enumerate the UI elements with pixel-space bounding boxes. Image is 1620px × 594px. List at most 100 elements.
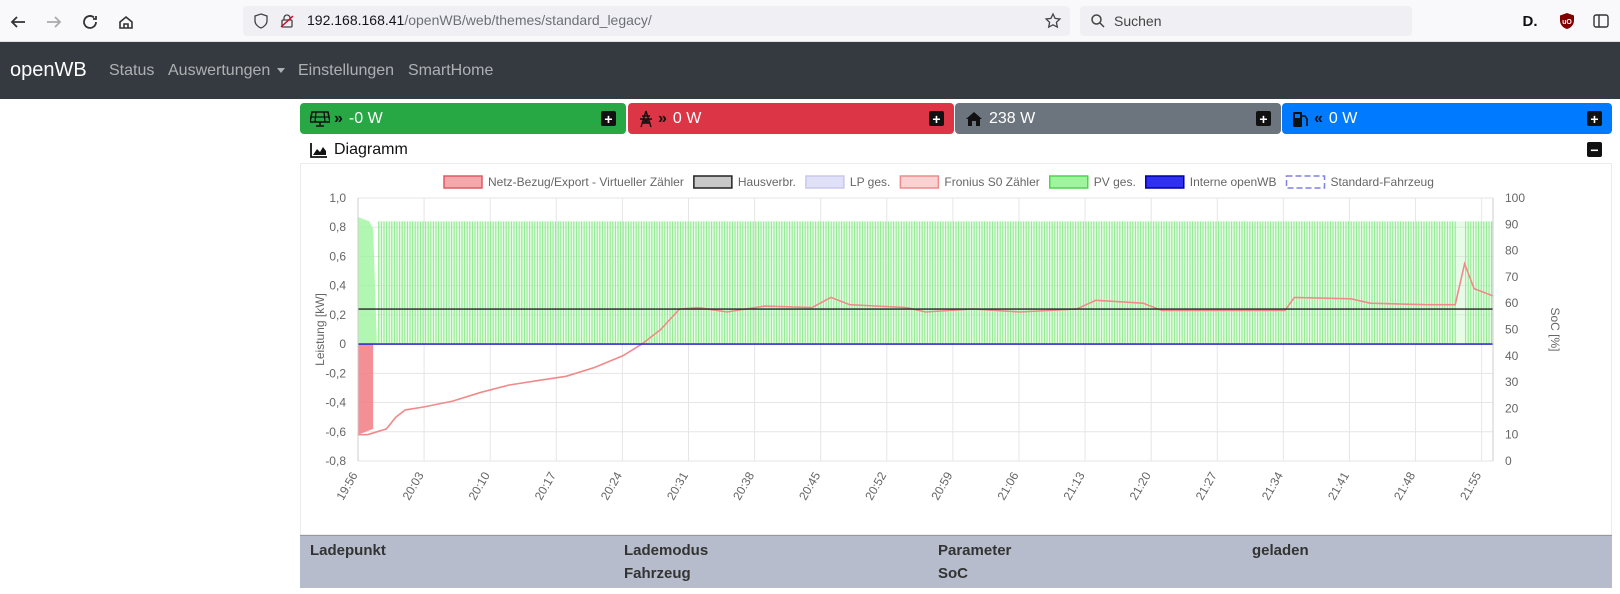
reload-button[interactable] bbox=[77, 9, 103, 35]
collapse-minus-icon[interactable]: − bbox=[1587, 142, 1602, 157]
chart-panel: Netz-Bezug/Export - Virtueller Zähler Hau… bbox=[300, 163, 1612, 535]
search-icon bbox=[1090, 13, 1106, 29]
x-tick-label: 21:27 bbox=[1193, 469, 1220, 502]
y2-tick-label: 80 bbox=[1505, 244, 1519, 258]
y-tick-label: -0,4 bbox=[325, 396, 346, 410]
brand-logo[interactable]: openWB bbox=[10, 59, 87, 82]
legend-label: Standard-Fahrzeug bbox=[1331, 175, 1434, 189]
nav-auswertungen[interactable]: Auswertungen bbox=[168, 62, 285, 80]
x-tick-label: 20:24 bbox=[598, 469, 625, 502]
y-tick-label: -0,2 bbox=[325, 366, 346, 380]
x-tick-label: 20:10 bbox=[466, 469, 493, 502]
sidebar-toggle-icon[interactable] bbox=[1591, 11, 1611, 31]
svg-text:uO: uO bbox=[1562, 19, 1572, 26]
app-navbar: openWB Status Auswertungen Einstellungen… bbox=[0, 42, 1620, 99]
y-tick-label: 0,4 bbox=[329, 279, 346, 293]
double-chevron-left-icon: « bbox=[1314, 109, 1323, 127]
x-tick-label: 20:59 bbox=[928, 469, 955, 502]
solar-panel-icon bbox=[310, 110, 330, 127]
car-battery-icon bbox=[1292, 110, 1310, 128]
expand-plus-icon[interactable]: + bbox=[1256, 111, 1271, 126]
url-text: 192.168.168.41/openWB/web/themes/standar… bbox=[307, 12, 652, 30]
power-chart: Netz-Bezug/Export - Virtueller Zähler Hau… bbox=[313, 175, 1562, 503]
x-tick-label: 20:31 bbox=[664, 469, 691, 502]
col-geladen: geladen bbox=[1252, 542, 1309, 559]
url-host: 192.168.168.41 bbox=[307, 12, 405, 28]
legend-label: Hausverbr. bbox=[738, 175, 796, 189]
y-tick-label: 0,6 bbox=[329, 249, 346, 263]
nav-auswertungen-label: Auswertungen bbox=[168, 62, 271, 79]
ublock-icon[interactable]: uO bbox=[1557, 11, 1577, 31]
x-tick-label: 21:20 bbox=[1127, 469, 1154, 502]
x-tick-label: 21:48 bbox=[1391, 469, 1418, 502]
legend-swatch bbox=[1285, 175, 1326, 189]
extension-d-icon[interactable]: D. bbox=[1520, 11, 1540, 31]
url-path: /openWB/web/themes/standard_legacy/ bbox=[404, 12, 652, 28]
x-tick-label: 20:03 bbox=[400, 469, 427, 502]
y2-axis-label: SoC [%] bbox=[1548, 307, 1562, 351]
home-icon bbox=[119, 15, 133, 29]
x-tick-label: 19:56 bbox=[333, 469, 360, 502]
pv-band bbox=[378, 221, 1493, 345]
reload-icon bbox=[83, 15, 97, 29]
y-tick-label: -0,6 bbox=[325, 425, 346, 439]
grid-import-area bbox=[358, 344, 374, 435]
insecure-lock-icon[interactable] bbox=[279, 13, 295, 29]
nav-einstellungen[interactable]: Einstellungen bbox=[298, 62, 394, 80]
legend-label: LP ges. bbox=[850, 175, 890, 189]
bookmark-star-icon[interactable] bbox=[1044, 12, 1062, 30]
address-bar[interactable]: 192.168.168.41/openWB/web/themes/standar… bbox=[243, 6, 1070, 36]
x-tick-label: 21:06 bbox=[994, 469, 1021, 502]
arrow-left-icon bbox=[10, 16, 25, 28]
power-tower-icon bbox=[638, 110, 654, 128]
x-tick-label: 20:38 bbox=[730, 469, 757, 502]
nav-status[interactable]: Status bbox=[109, 62, 154, 80]
battery-tile[interactable]: « 0 W + bbox=[1282, 103, 1612, 134]
legend-label: PV ges. bbox=[1094, 175, 1136, 189]
nav-smarthome[interactable]: SmartHome bbox=[408, 62, 493, 80]
expand-plus-icon[interactable]: + bbox=[601, 111, 616, 126]
browser-toolbar: 192.168.168.41/openWB/web/themes/standar… bbox=[0, 0, 1620, 42]
house-tile[interactable]: 238 W + bbox=[955, 103, 1281, 134]
legend-label: Interne openWB bbox=[1190, 175, 1277, 189]
legend-label: Netz-Bezug/Export - Virtueller Zähler bbox=[488, 175, 684, 189]
expand-plus-icon[interactable]: + bbox=[929, 111, 944, 126]
back-button[interactable] bbox=[5, 9, 31, 35]
y-tick-label: 0,8 bbox=[329, 220, 346, 234]
x-tick-label: 21:34 bbox=[1259, 469, 1286, 502]
diagram-title: Diagramm bbox=[334, 141, 408, 158]
y2-tick-label: 0 bbox=[1505, 454, 1512, 468]
grid-tile[interactable]: » 0 W + bbox=[628, 103, 954, 134]
pv-tile[interactable]: » -0 W + bbox=[300, 103, 626, 134]
legend-swatch bbox=[1049, 175, 1089, 189]
y-tick-label: 1,0 bbox=[329, 191, 346, 205]
col-lademodus: Lademodus bbox=[624, 542, 709, 559]
double-chevron-right-icon: » bbox=[334, 109, 343, 127]
house-icon bbox=[965, 111, 983, 127]
col-fahrzeug: Fahrzeug bbox=[624, 565, 691, 582]
double-chevron-right-icon: » bbox=[658, 109, 667, 127]
legend-swatch bbox=[443, 175, 483, 189]
legend-label: Fronius S0 Zähler bbox=[944, 175, 1039, 189]
y-tick-label: -0,8 bbox=[325, 454, 346, 468]
home-button[interactable] bbox=[113, 9, 139, 35]
x-tick-label: 21:13 bbox=[1061, 469, 1088, 502]
x-tick-label: 21:55 bbox=[1457, 469, 1484, 502]
pv-value: -0 W bbox=[348, 109, 383, 127]
x-tick-label: 20:45 bbox=[796, 469, 823, 502]
x-tick-label: 21:41 bbox=[1325, 469, 1352, 502]
grid-value: 0 W bbox=[672, 109, 702, 127]
search-input[interactable]: Suchen bbox=[1080, 6, 1412, 36]
y-axis-label: Leistung [kW] bbox=[313, 293, 327, 366]
y2-tick-label: 20 bbox=[1505, 401, 1519, 415]
y-tick-label: 0 bbox=[339, 337, 346, 351]
legend-swatch bbox=[693, 175, 733, 189]
y-tick-label: 0,2 bbox=[329, 308, 346, 322]
y2-tick-label: 60 bbox=[1505, 296, 1519, 310]
legend-swatch bbox=[1145, 175, 1185, 189]
legend-swatch bbox=[805, 175, 845, 189]
arrow-right-icon bbox=[47, 16, 62, 28]
pv-area bbox=[358, 216, 377, 345]
forward-button[interactable] bbox=[41, 9, 67, 35]
expand-plus-icon[interactable]: + bbox=[1587, 111, 1602, 126]
